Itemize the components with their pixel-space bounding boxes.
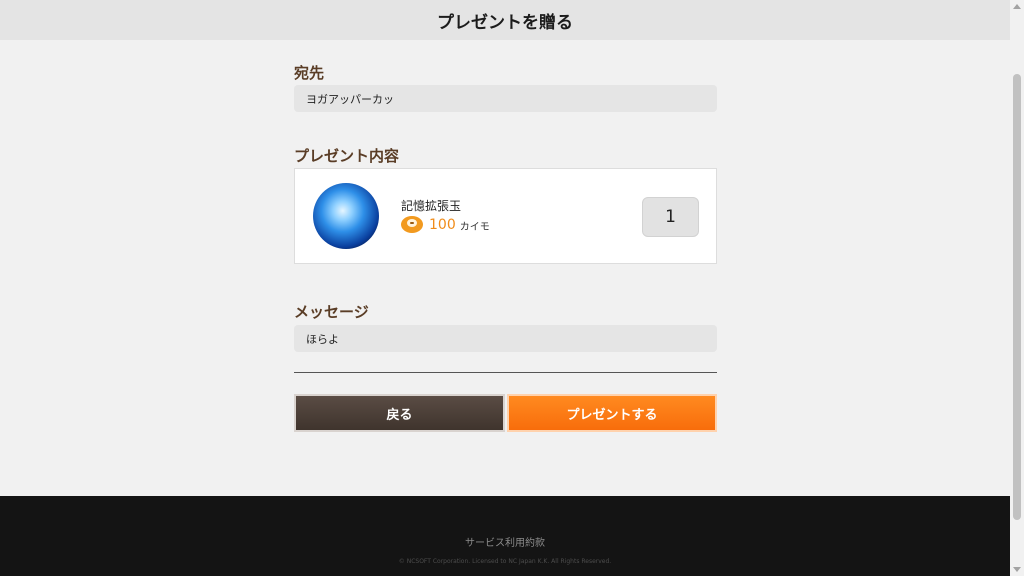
quantity-value: 1 xyxy=(665,207,676,227)
page: プレゼントを贈る 宛先 ヨガアッパーカッ プレゼント内容 記憶拡張玉 100 カ… xyxy=(0,0,1010,576)
page-header: プレゼントを贈る xyxy=(0,0,1010,40)
scrollbar-thumb[interactable] xyxy=(1013,74,1021,520)
back-button-label: 戻る xyxy=(386,407,413,423)
price-unit: カイモ xyxy=(459,222,490,233)
back-button[interactable]: 戻る xyxy=(294,394,505,432)
kaimo-coin-icon xyxy=(401,216,423,233)
message-value: ほらよ xyxy=(306,332,339,346)
scroll-up-arrow-icon[interactable] xyxy=(1013,4,1021,9)
terms-link-label: サービス利用約款 xyxy=(465,538,545,549)
message-field[interactable]: ほらよ xyxy=(294,325,717,352)
footer: サービス利用約款 © NCSOFT Corporation. Licensed … xyxy=(0,496,1010,576)
page-title: プレゼントを贈る xyxy=(437,12,573,33)
recipient-value: ヨガアッパーカッ xyxy=(306,92,394,106)
item-name: 記憶拡張玉 xyxy=(401,199,462,213)
gift-content-label: プレゼント内容 xyxy=(294,147,400,165)
blue-orb-icon xyxy=(313,183,379,249)
message-label: メッセージ xyxy=(294,303,369,321)
recipient-field[interactable]: ヨガアッパーカッ xyxy=(294,85,717,112)
recipient-label: 宛先 xyxy=(294,64,325,82)
price-value: 100 xyxy=(429,216,456,233)
vertical-scrollbar[interactable] xyxy=(1010,0,1024,576)
scroll-down-arrow-icon[interactable] xyxy=(1013,567,1021,572)
send-present-button[interactable]: プレゼントする xyxy=(507,394,717,432)
gift-item-card: 記憶拡張玉 100 カイモ 1 xyxy=(294,168,717,264)
send-present-button-label: プレゼントする xyxy=(566,407,658,423)
divider xyxy=(294,372,717,373)
terms-link[interactable]: サービス利用約款 xyxy=(0,534,1010,549)
quantity-field[interactable]: 1 xyxy=(642,197,699,237)
copyright-text: © NCSOFT Corporation. Licensed to NC Jap… xyxy=(398,558,612,565)
price-row: 100 カイモ xyxy=(401,216,490,233)
